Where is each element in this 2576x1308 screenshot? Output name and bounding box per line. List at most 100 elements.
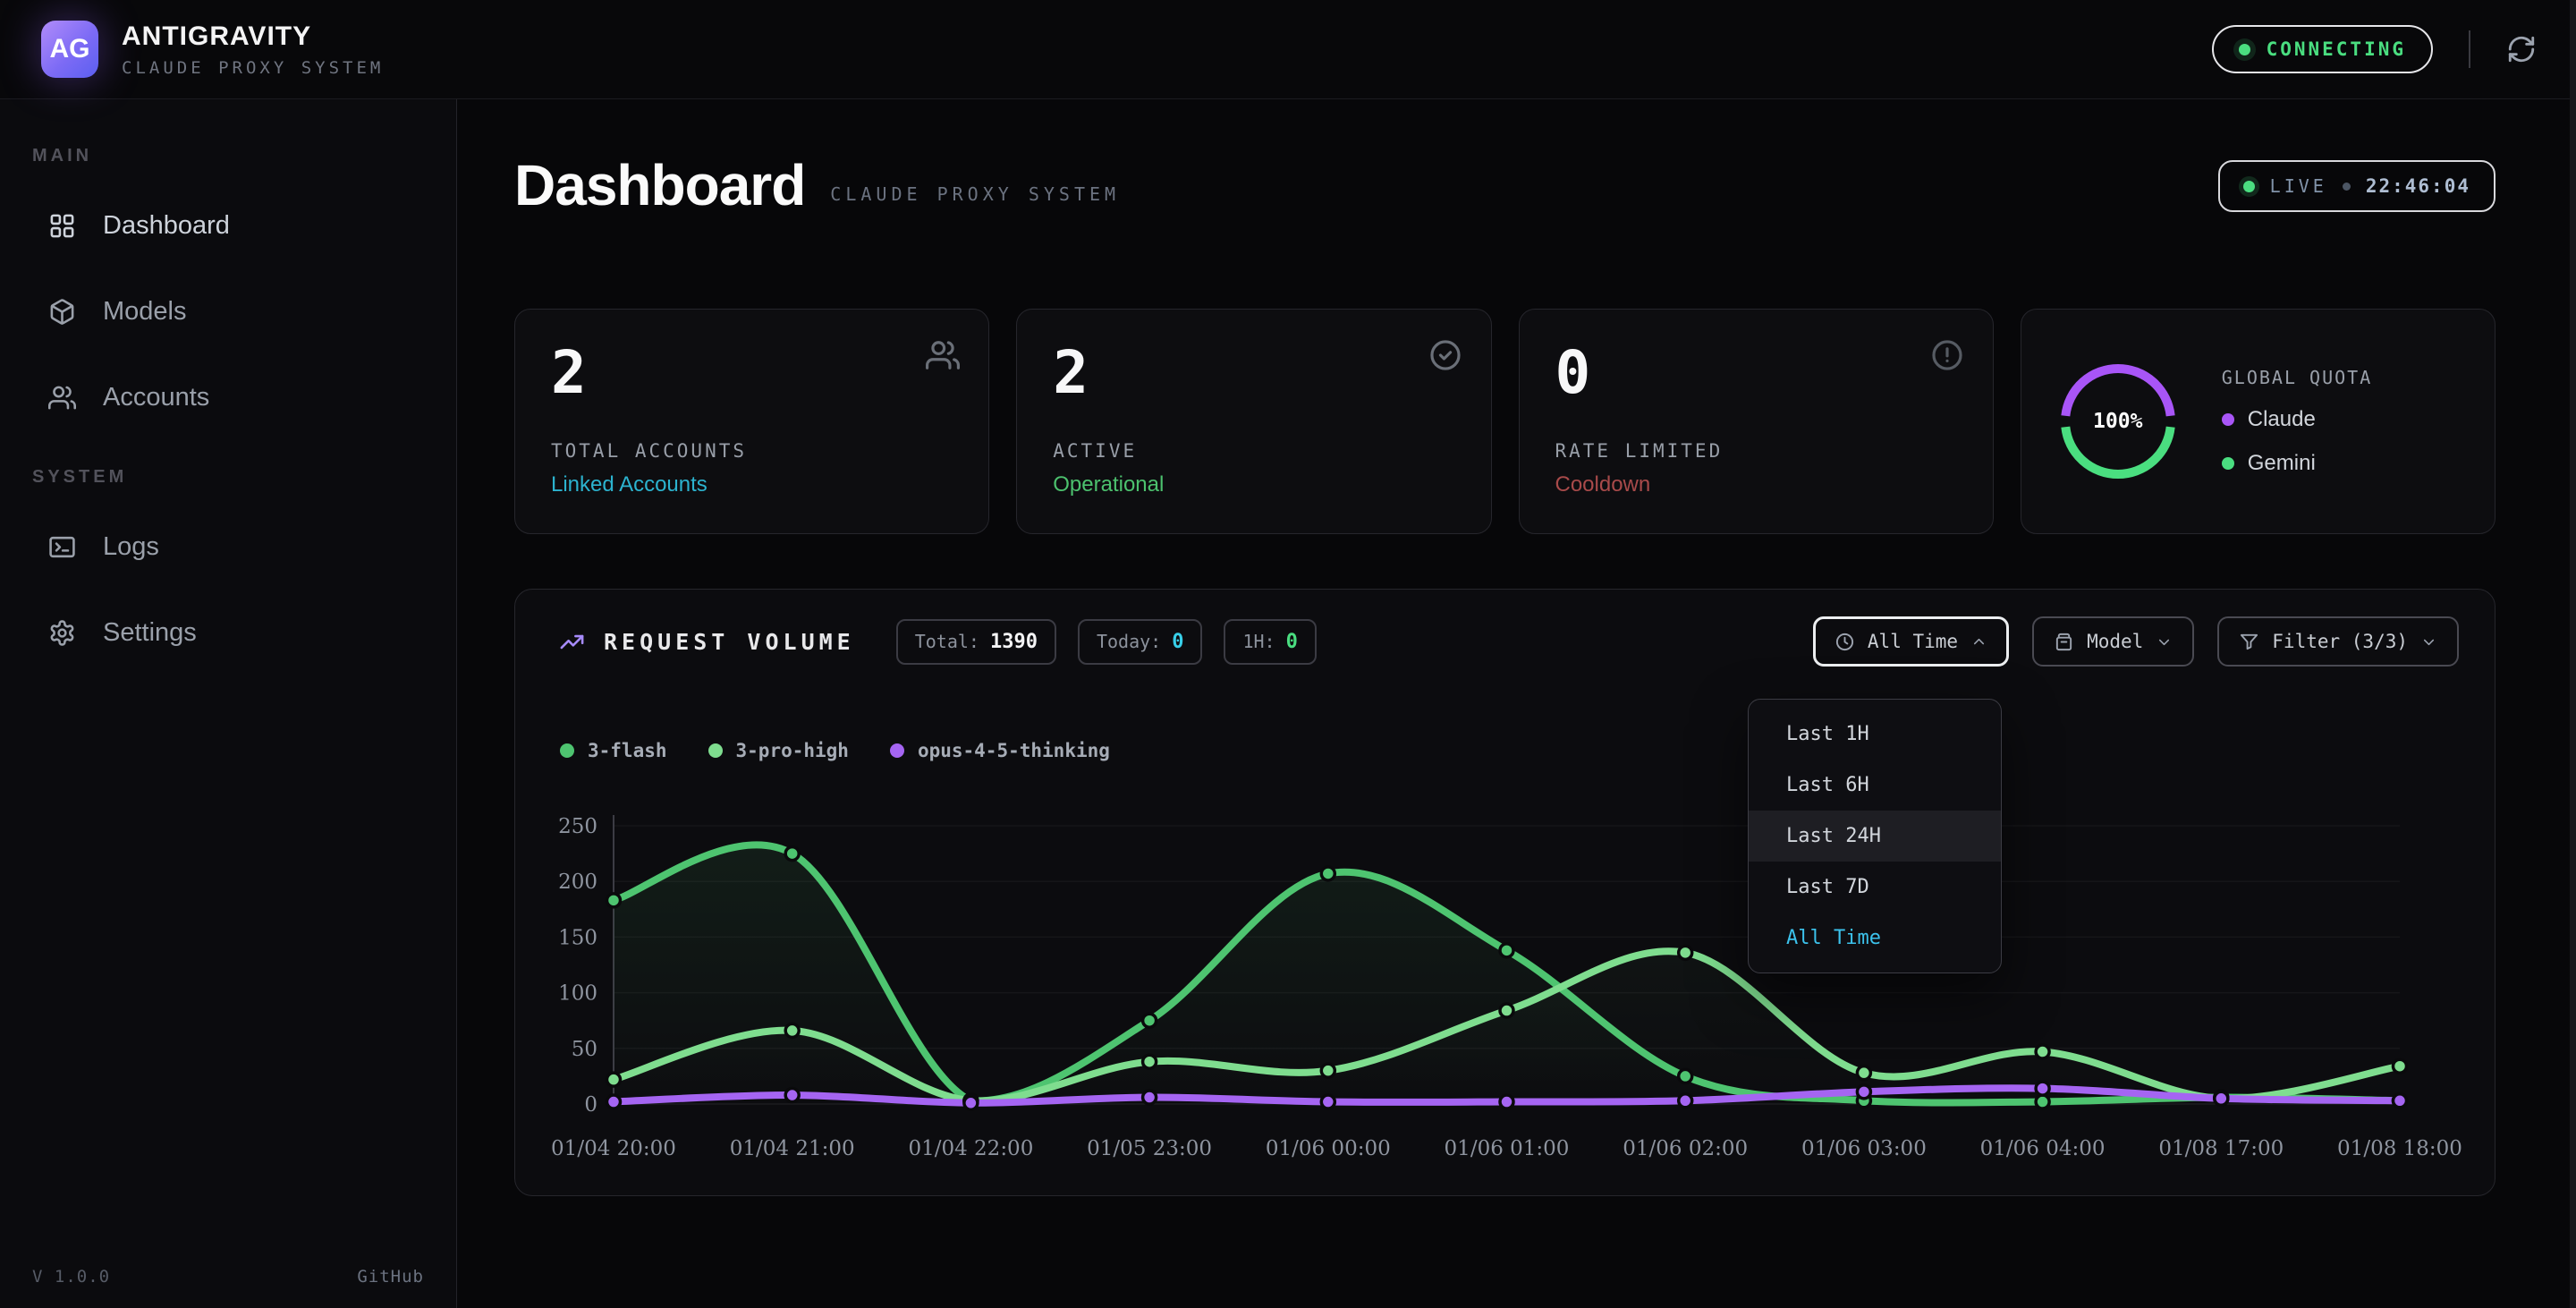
chip-value: 0 (1172, 631, 1183, 653)
menu-item-last-24h[interactable]: Last 24H (1749, 811, 2001, 862)
sidebar-item-label: Models (103, 297, 187, 327)
data-point (2394, 1059, 2407, 1073)
refresh-button[interactable] (2506, 34, 2537, 64)
data-point (1857, 1066, 1870, 1080)
chip-value: 1390 (990, 631, 1038, 653)
series-area-3-flash (614, 845, 2400, 1104)
legend-3-flash: 3-flash (560, 740, 667, 761)
request-volume-chart: 05010015020025001/04 20:0001/04 21:0001/… (515, 590, 2496, 1197)
sidebar-item-settings[interactable]: Settings (0, 604, 456, 661)
sidebar-item-dashboard[interactable]: Dashboard (0, 197, 456, 254)
data-point (2215, 1091, 2228, 1104)
main-content: Dashboard CLAUDE PROXY SYSTEM LIVE 22:46… (457, 99, 2576, 1308)
legend-3-pro-high: 3-pro-high (708, 740, 849, 761)
chip-label: Today: (1097, 631, 1161, 652)
y-tick: 150 (558, 926, 597, 949)
legend-opus-4-5-thinking: opus-4-5-thinking (890, 740, 1110, 761)
users-icon (926, 338, 960, 372)
y-tick: 100 (558, 982, 597, 1006)
data-point (785, 1089, 799, 1102)
quota-label: GLOBAL QUOTA (2222, 367, 2373, 388)
x-tick: 01/08 17:00 (2158, 1137, 2284, 1160)
data-point (1321, 867, 1335, 880)
sidebar-item-accounts[interactable]: Accounts (0, 369, 456, 426)
data-point (2215, 1091, 2228, 1105)
y-tick: 0 (584, 1093, 597, 1117)
quota-legend: GLOBAL QUOTA Claude Gemini (2222, 367, 2373, 476)
legend-label: 3-pro-high (736, 740, 849, 761)
live-dot (2243, 181, 2255, 192)
x-tick: 01/05 23:00 (1087, 1137, 1212, 1160)
x-tick: 01/04 22:00 (908, 1137, 1033, 1160)
sidebar-item-label: Accounts (103, 383, 209, 412)
sidebar-item-label: Dashboard (103, 211, 230, 241)
chevron-down-icon (2420, 633, 2437, 650)
series-line-3-pro-high (614, 951, 2400, 1100)
sidebar-item-logs[interactable]: Logs (0, 518, 456, 575)
terminal-icon (48, 533, 76, 561)
menu-item-last-7d[interactable]: Last 7D (1749, 862, 2001, 913)
quota-entry-gemini: Gemini (2222, 451, 2373, 476)
connection-status-dot (2239, 44, 2250, 55)
funnel-icon (2239, 632, 2259, 652)
x-tick: 01/06 00:00 (1266, 1137, 1391, 1160)
connection-status-label: CONNECTING (2267, 38, 2406, 60)
series-line-3-flash (614, 845, 2400, 1102)
sidebar-item-label: Settings (103, 618, 197, 648)
sidebar-section-main: MAINDashboardModelsAccounts (0, 146, 456, 426)
scrollbar[interactable] (2570, 0, 2576, 1308)
legend-dot (708, 743, 723, 758)
stat-value: 2 (1053, 344, 1454, 403)
live-separator-dot (2343, 183, 2351, 191)
y-tick: 250 (558, 815, 597, 838)
series-area-3-pro-high (614, 951, 2400, 1104)
all-time-button[interactable]: All Time (1813, 616, 2009, 667)
sidebar-item-models[interactable]: Models (0, 283, 456, 340)
quota-dot-0 (2222, 413, 2234, 426)
x-tick: 01/06 03:00 (1801, 1137, 1927, 1160)
legend-dot (560, 743, 574, 758)
filter-3-3-button[interactable]: Filter (3/3) (2217, 616, 2459, 667)
live-badge: LIVE 22:46:04 (2218, 160, 2496, 212)
model-button[interactable]: Model (2032, 616, 2194, 667)
data-point (964, 1096, 978, 1109)
chip-total: Total:1390 (896, 619, 1056, 665)
github-link[interactable]: GitHub (357, 1267, 424, 1287)
data-point (964, 1094, 978, 1108)
box-icon (2054, 632, 2074, 652)
data-point (1143, 1091, 1157, 1104)
sidebar: MAINDashboardModelsAccountsSYSTEMLogsSet… (0, 99, 457, 1308)
data-point (607, 894, 621, 907)
menu-item-last-6h[interactable]: Last 6H (1749, 760, 2001, 811)
stat-card-total-accounts: 2TOTAL ACCOUNTSLinked Accounts (514, 309, 989, 534)
quota-entry-claude: Claude (2222, 407, 2373, 432)
app-title: ANTIGRAVITY (122, 21, 384, 52)
x-tick: 01/06 02:00 (1623, 1137, 1748, 1160)
data-point (2036, 1045, 2049, 1058)
data-point (607, 1095, 621, 1108)
button-label: All Time (1868, 631, 1958, 652)
top-bar: AG ANTIGRAVITY CLAUDE PROXY SYSTEM CONNE… (0, 0, 2576, 99)
chip-label: 1H: (1242, 631, 1275, 652)
x-tick: 01/04 20:00 (551, 1137, 676, 1160)
stat-value: 2 (551, 344, 953, 403)
chart-legend: 3-flash 3-pro-high opus-4-5-thinking (560, 740, 1110, 761)
data-point (2394, 1094, 2407, 1108)
clock-icon (1835, 632, 1855, 652)
sidebar-section-system: SYSTEM Logs Settings (0, 467, 456, 661)
trending-up-icon (558, 628, 586, 656)
sidebar-section-label: SYSTEM (32, 467, 456, 488)
stat-card-active: 2ACTIVEOperational (1016, 309, 1491, 534)
data-point (607, 1073, 621, 1086)
page-title: Dashboard (514, 157, 805, 214)
stat-sublabel: Cooldown (1555, 472, 1957, 497)
data-point (1143, 1014, 1157, 1027)
menu-item-all-time[interactable]: All Time (1749, 913, 2001, 964)
data-point (2394, 1094, 2407, 1108)
page-subtitle: CLAUDE PROXY SYSTEM (830, 183, 1120, 205)
menu-item-last-1h[interactable]: Last 1H (1749, 709, 2001, 760)
quota-entry-name: Claude (2248, 407, 2316, 432)
chevron-down-icon (2156, 633, 2173, 650)
data-point (1679, 1094, 1692, 1108)
legend-label: opus-4-5-thinking (918, 740, 1110, 761)
